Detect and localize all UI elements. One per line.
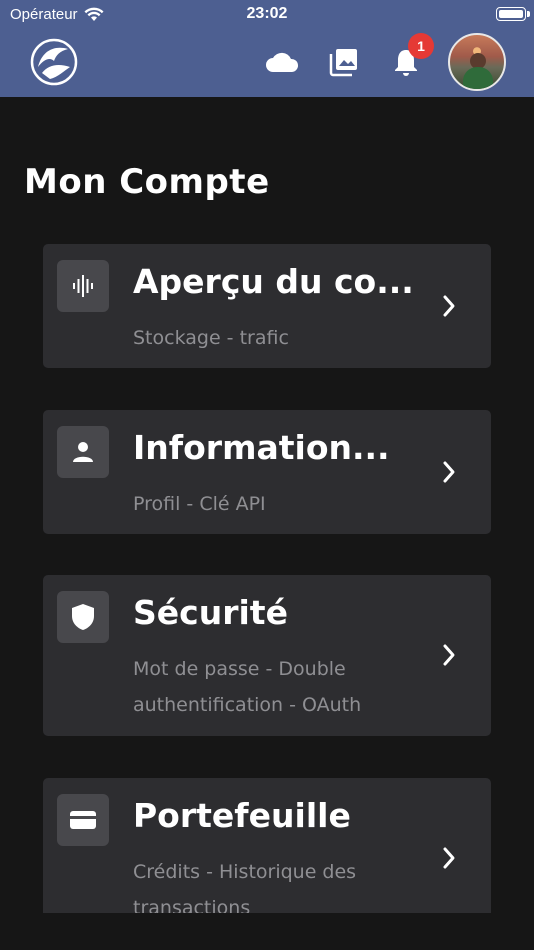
cloud-icon[interactable]: [264, 44, 300, 80]
card-title: Information...: [133, 428, 390, 467]
card-usage-overview[interactable]: Aperçu du co... Stockage - trafic: [43, 244, 491, 368]
shield-icon: [57, 591, 109, 643]
card-subtitle: Profil - Clé API: [133, 493, 266, 515]
card-information[interactable]: Information... Profil - Clé API: [43, 410, 491, 534]
card-subtitle: Stockage - trafic: [133, 327, 289, 349]
notification-badge: 1: [408, 33, 434, 59]
status-time: 23:02: [246, 5, 288, 22]
brand-logo[interactable]: [28, 37, 80, 87]
card-subtitle: Crédits - Historique des transactions: [133, 861, 357, 913]
chevron-right-icon: [439, 291, 459, 321]
chevron-right-icon: [439, 457, 459, 487]
battery-icon: [496, 7, 530, 21]
audio-wave-icon: [57, 260, 109, 312]
person-icon: [57, 426, 109, 478]
chevron-right-icon: [439, 843, 459, 873]
page-title: Mon Compte: [24, 162, 270, 202]
card-title: Aperçu du co...: [133, 262, 414, 301]
photos-icon[interactable]: [326, 44, 362, 80]
app-header: Opérateur 23:02 1: [0, 0, 534, 97]
card-security[interactable]: Sécurité Mot de passe - Double authentif…: [43, 575, 491, 736]
card-subtitle: Mot de passe - Double authentification -…: [133, 658, 362, 716]
card-title: Sécurité: [133, 593, 288, 632]
card-title: Portefeuille: [133, 796, 351, 835]
wallet-icon: [57, 794, 109, 846]
card-wallet[interactable]: Portefeuille Crédits - Historique des tr…: [43, 778, 491, 913]
chevron-right-icon: [439, 640, 459, 670]
status-bar: Opérateur 23:02: [0, 0, 534, 28]
avatar[interactable]: [448, 33, 506, 91]
